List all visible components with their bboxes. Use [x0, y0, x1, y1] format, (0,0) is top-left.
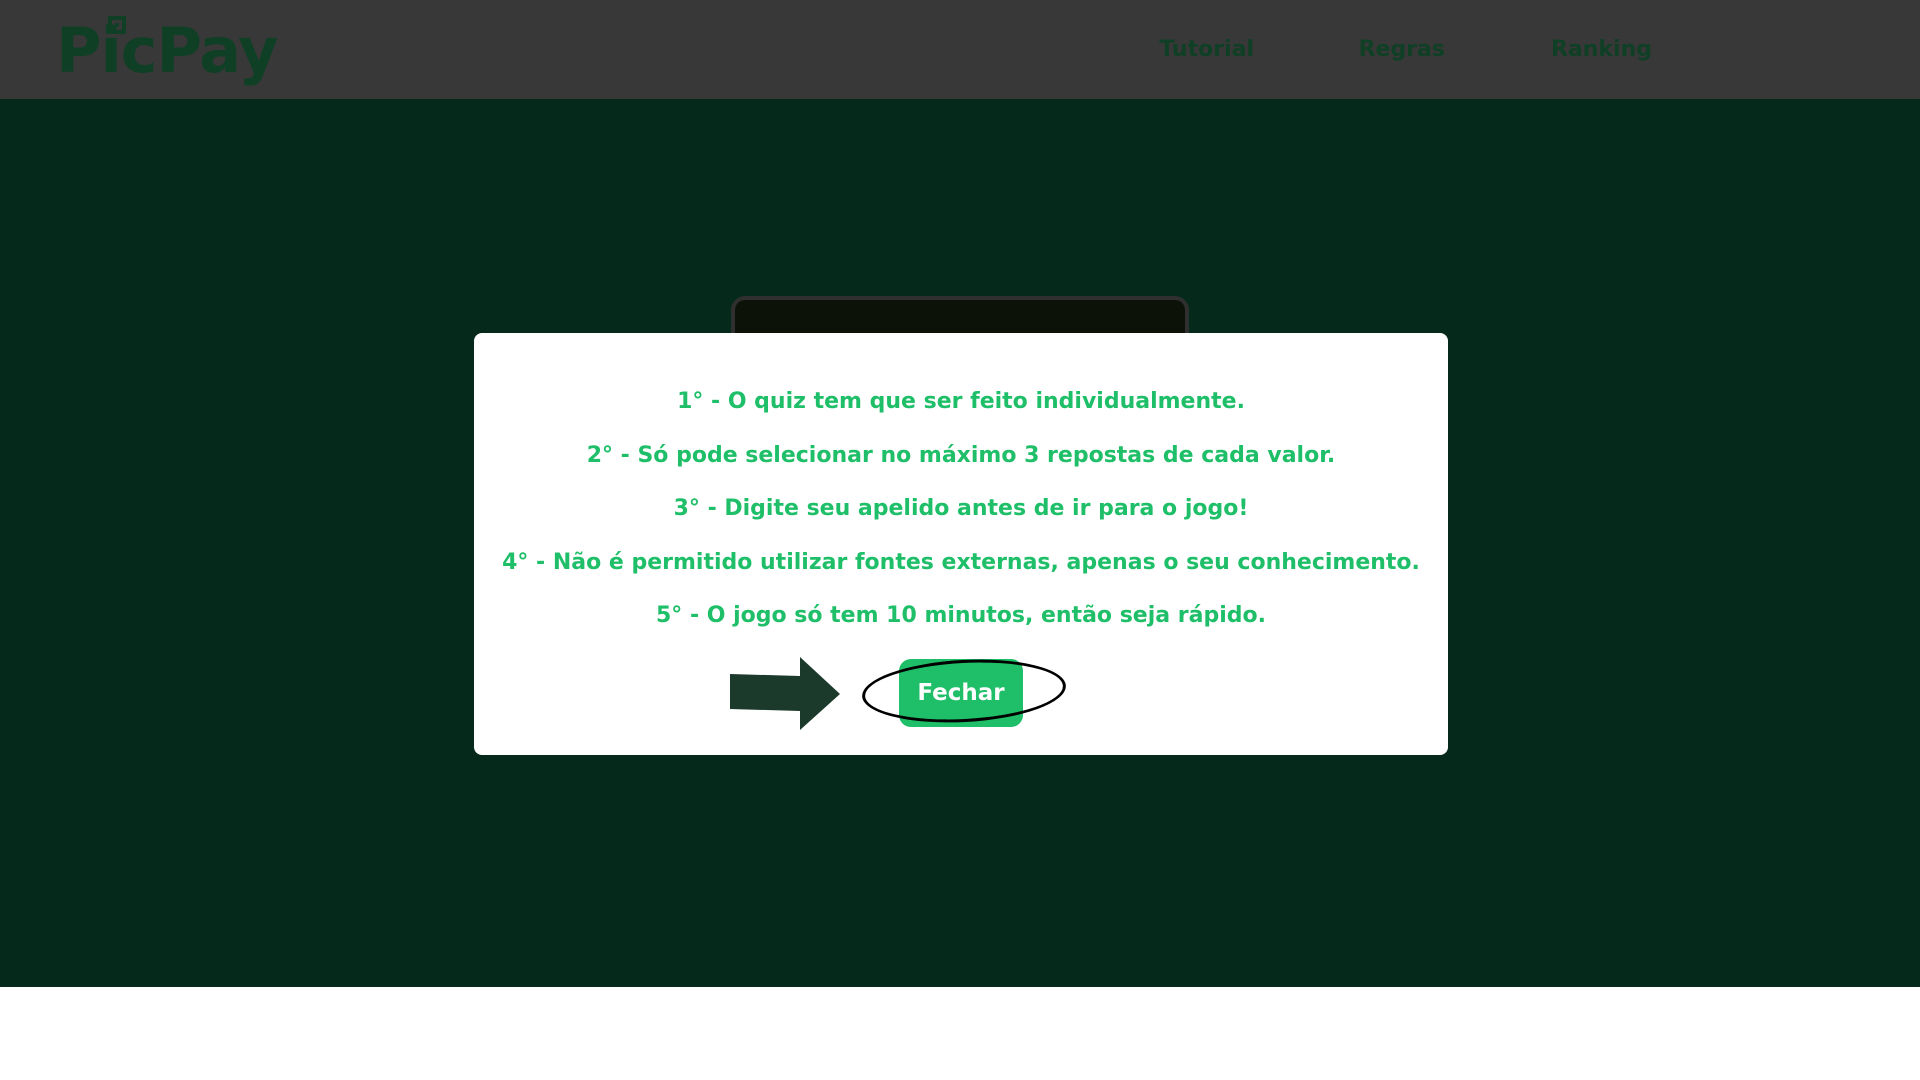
- rule-3: 3° - Digite seu apelido antes de ir para…: [673, 496, 1249, 521]
- rules-modal: 1° - O quiz tem que ser feito individual…: [474, 333, 1448, 755]
- rule-2: 2° - Só pode selecionar no máximo 3 repo…: [586, 443, 1336, 468]
- navbar: PicPay Tutorial Regras Ranking: [0, 0, 1920, 99]
- nav-tutorial[interactable]: Tutorial: [1159, 37, 1254, 62]
- nav-regras[interactable]: Regras: [1359, 37, 1445, 62]
- nav-ranking[interactable]: Ranking: [1551, 37, 1652, 62]
- rule-5: 5° - O jogo só tem 10 minutos, então sej…: [656, 603, 1266, 628]
- logo-qr-icon: [108, 16, 126, 34]
- picpay-logo[interactable]: PicPay: [56, 14, 279, 87]
- logo-text: PicPay: [56, 14, 279, 87]
- rule-4: 4° - Não é permitido utilizar fontes ext…: [502, 550, 1420, 575]
- rule-1: 1° - O quiz tem que ser feito individual…: [677, 389, 1245, 414]
- annotation-circle: [860, 654, 1068, 728]
- annotation-arrow-icon: [730, 657, 840, 730]
